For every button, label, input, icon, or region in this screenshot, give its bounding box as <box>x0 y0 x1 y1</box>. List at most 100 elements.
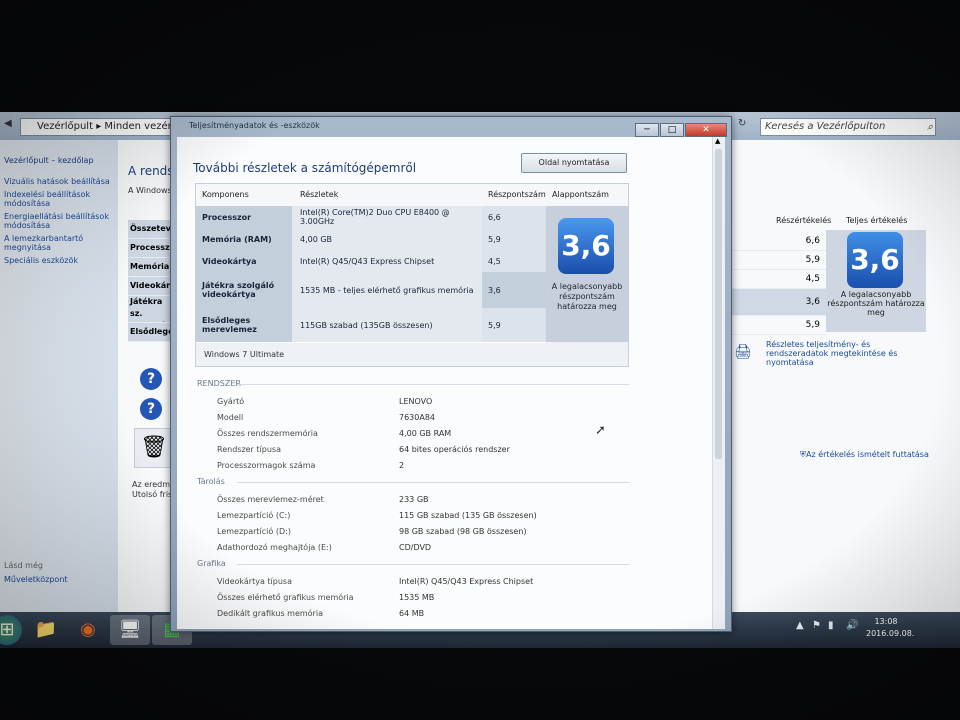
info-key: Összes elérhető grafikus memória <box>217 593 354 602</box>
main-subtitle: A Windows <box>128 186 172 195</box>
component-score: 6,6 <box>482 206 546 228</box>
info-key: Dedikált grafikus memória <box>217 609 323 618</box>
search-input[interactable]: Keresés a Vezérlőpulton ⌕ <box>760 118 936 136</box>
info-key: Gyártó <box>217 397 245 406</box>
sidebar-home-link[interactable]: Vezérlőpult – kezdőlap <box>0 154 118 167</box>
help-icon-2[interactable]: ? <box>140 398 162 420</box>
component-name: Memória (RAM) <box>196 228 292 250</box>
mouse-pointer-icon: ➚ <box>595 423 606 438</box>
close-button[interactable]: ✕ <box>685 123 727 137</box>
bg-subscore: 5,9 <box>730 316 826 335</box>
maximize-button[interactable]: □ <box>660 123 684 137</box>
component-details: Intel(R) Core(TM)2 Duo CPU E8400 @ 3.00G… <box>292 206 482 228</box>
table-row: Videokártya Intel(R) Q45/Q43 Express Chi… <box>196 250 546 273</box>
detailed-info-link[interactable]: Részletes teljesítmény- és rendszeradato… <box>766 340 926 367</box>
bg-subscore: 5,9 <box>730 251 826 270</box>
bg-row-label: Játékra sz. videokártya <box>128 296 172 323</box>
start-button-icon[interactable]: ⊞ <box>0 615 22 645</box>
os-edition: Windows 7 Ultimate <box>204 350 285 359</box>
section-graphics-title: Grafika <box>197 559 226 568</box>
rerun-assessment-link[interactable]: ⛨Az értékelés ismételt futtatása <box>800 450 929 460</box>
info-value: 1535 MB <box>399 593 435 602</box>
info-key: Modell <box>217 413 244 422</box>
control-panel-taskbar-icon[interactable]: 🖥 <box>110 615 150 645</box>
header-details: Részletek <box>300 190 339 199</box>
explorer-taskbar-icon[interactable]: 📁 <box>26 615 66 645</box>
component-name: Elsődleges merevlemez <box>196 308 292 342</box>
address-part-1[interactable]: Vezérlőpult <box>37 121 93 132</box>
bg-subscore: 6,6 <box>730 232 826 251</box>
info-key: Összes rendszermemória <box>217 429 318 438</box>
performance-details-window: Teljesítményadatok és -eszközök ─ □ ✕ Tová… <box>170 116 732 632</box>
section-divider <box>237 564 629 565</box>
info-value: 4,00 GB RAM <box>399 429 452 438</box>
component-name: Processzor <box>196 206 292 228</box>
clock-date: 2016.09.08. <box>866 629 915 638</box>
clock-time: 13:08 <box>874 617 898 626</box>
taskbar-clock[interactable]: 13:08 2016.09.08. <box>866 616 915 640</box>
sidebar-link-advanced-tools[interactable]: Speciális eszközök <box>0 254 118 267</box>
tray-arrow-icon[interactable]: ▲ <box>796 620 804 631</box>
bg-base-score-badge: 3,6 <box>847 232 903 288</box>
printer-icon: 🖨 <box>734 344 752 360</box>
address-bar[interactable]: Vezérlőpult ▸ Minden vezérlőp <box>20 118 188 136</box>
bg-subscore: 3,6 <box>730 289 826 316</box>
info-value: 7630A84 <box>399 413 436 422</box>
component-score: 5,9 <box>482 228 546 250</box>
bg-row-label: Processzor <box>128 239 172 258</box>
bg-row-label: Elsődleges <box>128 323 172 342</box>
vertical-scrollbar[interactable]: ▲ <box>712 137 725 629</box>
scrollbar-thumb[interactable] <box>715 149 722 459</box>
section-divider <box>237 482 629 483</box>
action-center-link[interactable]: Műveletközpont <box>0 573 72 586</box>
component-score: 4,5 <box>482 250 546 272</box>
close-icon[interactable]: ✕ <box>912 112 921 115</box>
info-value: 233 GB <box>399 495 429 504</box>
disk-cleanup-icon[interactable]: 🗑 <box>134 428 174 468</box>
info-value: 115 GB szabad (135 GB összesen) <box>399 511 537 520</box>
maximize-icon[interactable]: ▫ <box>884 112 891 115</box>
info-key: Lemezpartíció (C:) <box>217 511 291 520</box>
back-arrow-icon[interactable]: ◀ <box>4 118 12 129</box>
bg-base-score-label: A legalacsonyabb részpontszám határozza … <box>827 290 925 317</box>
table-header: Komponens Részletek Részpontszám Alappon… <box>196 184 628 207</box>
help-icon[interactable]: ? <box>140 368 162 390</box>
component-details: 1535 MB - teljes elérhető grafikus memór… <box>292 272 482 308</box>
control-panel-sidebar: Vezérlőpult – kezdőlap Vizuális hatások … <box>0 140 118 616</box>
bg-base-score-box: 3,6 A legalacsonyabb részpontszám határo… <box>826 230 926 332</box>
component-details: 115GB szabad (135GB összesen) <box>292 308 482 342</box>
component-name: Videokártya <box>196 250 292 272</box>
sidebar-link-indexing[interactable]: Indexelési beállítások módosítása <box>0 188 118 210</box>
sidebar-link-disk-cleanup[interactable]: A lemezkarbantartó megnyitása <box>0 232 118 254</box>
bg-row-label: Videokártya <box>128 277 172 296</box>
action-center-flag-icon[interactable]: ⚑ <box>812 620 821 631</box>
section-system-title: RENDSZER <box>197 379 241 388</box>
info-key: Rendszer típusa <box>217 445 281 454</box>
bg-base-header: Teljes értékelés <box>846 216 908 225</box>
bg-subscore-column: 6,6 5,9 4,5 3,6 5,9 <box>730 232 826 335</box>
print-page-button[interactable]: Oldal nyomtatása <box>521 153 627 173</box>
info-value: 64 MB <box>399 609 425 618</box>
info-value: CD/DVD <box>399 543 432 552</box>
table-row: Játékra szolgáló videokártya 1535 MB - t… <box>196 272 546 309</box>
network-icon[interactable]: ▮ <box>828 620 834 631</box>
header-basescore: Alappontszám <box>552 190 609 199</box>
base-score-label: A legalacsonyabb részpontszám határozza … <box>551 282 623 311</box>
search-icon: ⌕ <box>926 120 933 133</box>
sidebar-link-power[interactable]: Energiaellátási beállítások módosítása <box>0 210 118 232</box>
header-component: Komponens <box>202 190 249 199</box>
firefox-taskbar-icon[interactable]: ◉ <box>68 615 108 645</box>
info-value: 2 <box>399 461 405 470</box>
bg-subscore-header: Részértékelés <box>776 216 832 225</box>
refresh-icon[interactable]: ↻ <box>738 118 746 129</box>
minimize-button[interactable]: ─ <box>635 123 659 137</box>
sidebar-link-visual-effects[interactable]: Vizuális hatások beállítása <box>0 175 118 188</box>
section-divider <box>237 384 629 385</box>
component-name: Játékra szolgáló videokártya <box>196 272 292 308</box>
info-key: Adathordozó meghajtója (E:) <box>217 543 332 552</box>
info-key: Processzormagok száma <box>217 461 316 470</box>
info-key: Összes merevlemez-méret <box>217 495 324 504</box>
volume-icon[interactable]: 🔊 <box>846 620 858 631</box>
bg-component-table: Összetevő Processzor Memória Videokártya… <box>128 220 172 342</box>
scroll-up-icon[interactable]: ▲ <box>715 137 720 145</box>
